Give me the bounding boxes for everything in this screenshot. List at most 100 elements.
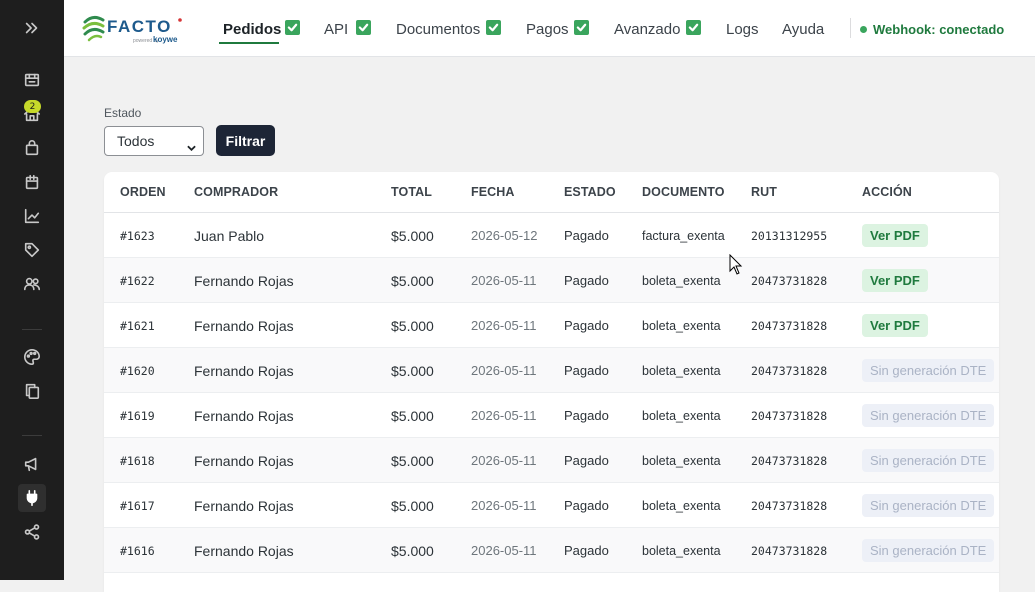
tab-documentos[interactable]: Documentos [396, 18, 480, 40]
order-status: Pagado [564, 228, 609, 243]
buyer-name: Fernando Rojas [194, 362, 294, 379]
tab-logs[interactable]: Logs [726, 18, 759, 40]
action-cell: Ver PDF [862, 213, 928, 258]
rut-value: 20473731828 [751, 543, 828, 558]
view-pdf-button[interactable]: Ver PDF [862, 224, 928, 247]
svg-text:koywe: koywe [153, 35, 178, 44]
table-row[interactable]: #1617 Fernando Rojas $5.000 2026-05-11 Pagad… [104, 483, 999, 528]
tab-avanzado[interactable]: Avanzado [614, 18, 680, 40]
column-header-rut[interactable]: RUT [751, 185, 777, 199]
table-header: ORDEN COMPRADOR TOTAL FECHA ESTADO DOCUM… [104, 172, 999, 213]
document-type: boleta_exenta [642, 453, 721, 468]
users-icon[interactable] [18, 270, 46, 298]
order-date: 2026-05-11 [471, 453, 537, 468]
checkbox-pedidos[interactable] [285, 20, 300, 35]
rut-value: 20473731828 [751, 408, 828, 423]
column-header-orden[interactable]: ORDEN [120, 185, 166, 199]
rut-value: 20473731828 [751, 453, 828, 468]
document-type: factura_exenta [642, 228, 725, 243]
checkbox-documentos[interactable] [486, 20, 501, 35]
tab-pedidos[interactable]: Pedidos [223, 18, 281, 40]
share-icon[interactable] [18, 518, 46, 546]
sidebar-divider [22, 435, 42, 436]
buyer-name: Fernando Rojas [194, 272, 294, 289]
order-date: 2026-05-11 [471, 363, 537, 378]
table-row[interactable]: #1622 Fernando Rojas $5.000 2026-05-11 Pagad… [104, 258, 999, 303]
checkbox-api[interactable] [356, 20, 371, 35]
admin-sidebar: 2 [0, 0, 64, 580]
active-tab-underline [219, 42, 279, 44]
buyer-name: Fernando Rojas [194, 317, 294, 334]
orders-table: ORDEN COMPRADOR TOTAL FECHA ESTADO DOCUM… [104, 172, 999, 592]
checkbox-avanzado[interactable] [686, 20, 701, 35]
table-row[interactable]: #1623 Juan Pablo $5.000 2026-05-12 Pagado fac… [104, 213, 999, 258]
column-header-accion: ACCIÓN [862, 185, 912, 199]
buyer-name: Fernando Rojas [194, 542, 294, 559]
document-type: boleta_exenta [642, 273, 721, 288]
chart-icon[interactable] [18, 202, 46, 230]
no-dte-badge: Sin generación DTE [862, 494, 995, 517]
order-status: Pagado [564, 363, 609, 378]
order-number[interactable]: #1617 [120, 483, 155, 528]
order-number[interactable]: #1616 [120, 528, 155, 573]
document-type: boleta_exenta [642, 363, 721, 378]
table-row[interactable]: #1621 Fernando Rojas $5.000 2026-05-11 Pagad… [104, 303, 999, 348]
bag-icon[interactable] [18, 134, 46, 162]
order-number[interactable]: #1618 [120, 438, 155, 483]
top-navigation: FACTO powered by koywe Pedidos API Docum… [64, 0, 1035, 57]
filter-button[interactable]: Filtrar [216, 125, 275, 156]
view-pdf-button[interactable]: Ver PDF [862, 269, 928, 292]
order-total: $5.000 [391, 227, 434, 244]
no-dte-badge: Sin generación DTE [862, 539, 995, 562]
order-status: Pagado [564, 498, 609, 513]
expand-icon[interactable] [18, 14, 46, 42]
bag-alt-icon[interactable] [18, 168, 46, 196]
order-status: Pagado [564, 318, 609, 333]
action-cell: Sin generación DTE [862, 438, 995, 483]
facto-logo[interactable]: FACTO powered by koywe [81, 12, 185, 46]
table-row[interactable]: #1619 Fernando Rojas $5.000 2026-05-11 Pagad… [104, 393, 999, 438]
copy-icon[interactable] [18, 377, 46, 405]
column-header-total[interactable]: TOTAL [391, 185, 432, 199]
column-header-estado[interactable]: ESTADO [564, 185, 616, 199]
view-pdf-button[interactable]: Ver PDF [862, 314, 928, 337]
buyer-name: Fernando Rojas [194, 407, 294, 424]
table-row[interactable]: #1618 Fernando Rojas $5.000 2026-05-11 Pagad… [104, 438, 999, 483]
order-status: Pagado [564, 273, 609, 288]
order-number[interactable]: #1620 [120, 348, 155, 393]
order-number[interactable]: #1623 [120, 213, 155, 258]
estado-select[interactable]: Todos [104, 126, 204, 156]
order-date: 2026-05-12 [471, 228, 538, 243]
order-number[interactable]: #1619 [120, 393, 155, 438]
buyer-name: Fernando Rojas [194, 452, 294, 469]
table-row[interactable]: #1620 Fernando Rojas $5.000 2026-05-11 Pagad… [104, 348, 999, 393]
store-icon[interactable] [18, 66, 46, 94]
tag-icon[interactable] [18, 236, 46, 264]
order-status: Pagado [564, 408, 609, 423]
order-number[interactable]: #1621 [120, 303, 155, 348]
megaphone-icon[interactable] [18, 450, 46, 478]
order-number[interactable]: #1622 [120, 258, 155, 303]
action-cell: Sin generación DTE [862, 483, 995, 528]
tab-pagos[interactable]: Pagos [526, 18, 569, 40]
tab-ayuda[interactable]: Ayuda [782, 18, 824, 40]
checkbox-pagos[interactable] [574, 20, 589, 35]
order-total: $5.000 [391, 407, 434, 424]
plug-icon[interactable] [18, 484, 46, 512]
notification-badge: 2 [24, 100, 41, 113]
tab-api[interactable]: API [324, 18, 348, 40]
column-header-documento[interactable]: DOCUMENTO [642, 185, 725, 199]
webhook-status: Webhook: conectado [860, 20, 1004, 38]
action-cell: Ver PDF [862, 303, 928, 348]
rut-value: 20473731828 [751, 363, 828, 378]
order-total: $5.000 [391, 452, 434, 469]
order-date: 2026-05-11 [471, 543, 537, 558]
palette-icon[interactable] [18, 343, 46, 371]
chevron-down-icon [187, 138, 196, 152]
webhook-status-text: Webhook: conectado [873, 21, 1005, 37]
action-cell: Ver PDF [862, 258, 928, 303]
column-header-comprador[interactable]: COMPRADOR [194, 185, 278, 199]
table-row[interactable]: #1616 Fernando Rojas $5.000 2026-05-11 Pagad… [104, 528, 999, 573]
column-header-fecha[interactable]: FECHA [471, 185, 515, 199]
mouse-cursor-icon [729, 253, 743, 275]
